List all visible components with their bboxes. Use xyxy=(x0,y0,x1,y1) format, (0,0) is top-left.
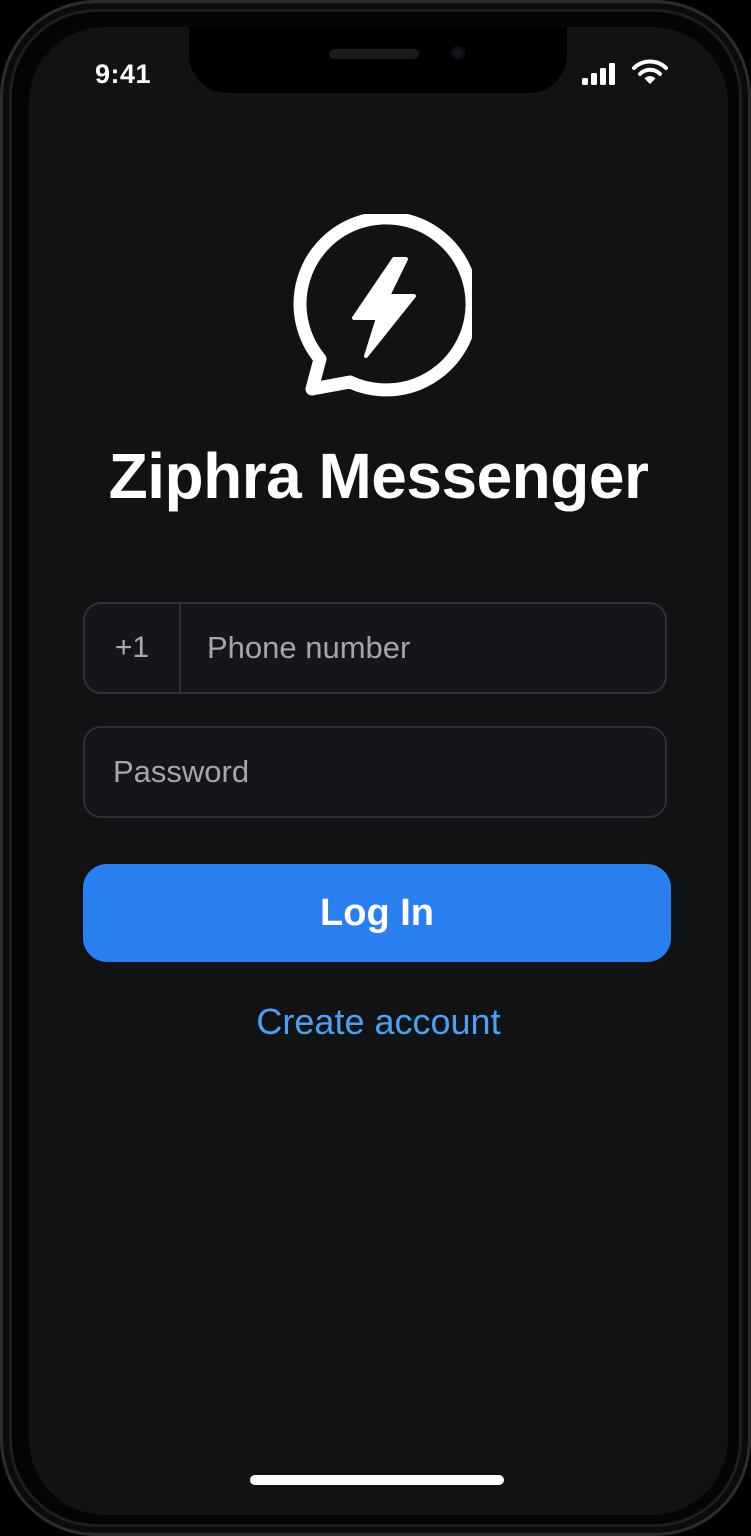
password-input[interactable] xyxy=(113,728,643,816)
app-title: Ziphra Messenger xyxy=(108,440,649,512)
password-field xyxy=(83,726,667,818)
status-time: 9:41 xyxy=(95,59,152,89)
login-button[interactable]: Log In xyxy=(83,864,671,962)
screen: 9:41 Ziphra Messenger +1 Phone number Lo… xyxy=(29,27,728,1515)
phone-frame: 9:41 Ziphra Messenger +1 Phone number Lo… xyxy=(0,0,751,1536)
status-icons xyxy=(582,59,668,85)
notch xyxy=(189,27,567,93)
chat-bubble-lightning-icon xyxy=(282,211,479,404)
phone-number-input[interactable] xyxy=(207,604,647,692)
speaker-grille xyxy=(329,49,419,59)
create-account-link[interactable]: Create account xyxy=(29,1001,728,1043)
cellular-signal-icon xyxy=(582,63,616,85)
wifi-icon xyxy=(632,59,668,85)
country-code-selector[interactable]: +1 xyxy=(85,604,181,692)
front-camera xyxy=(451,46,465,60)
phone-field: +1 xyxy=(83,602,667,694)
home-indicator xyxy=(250,1475,504,1485)
